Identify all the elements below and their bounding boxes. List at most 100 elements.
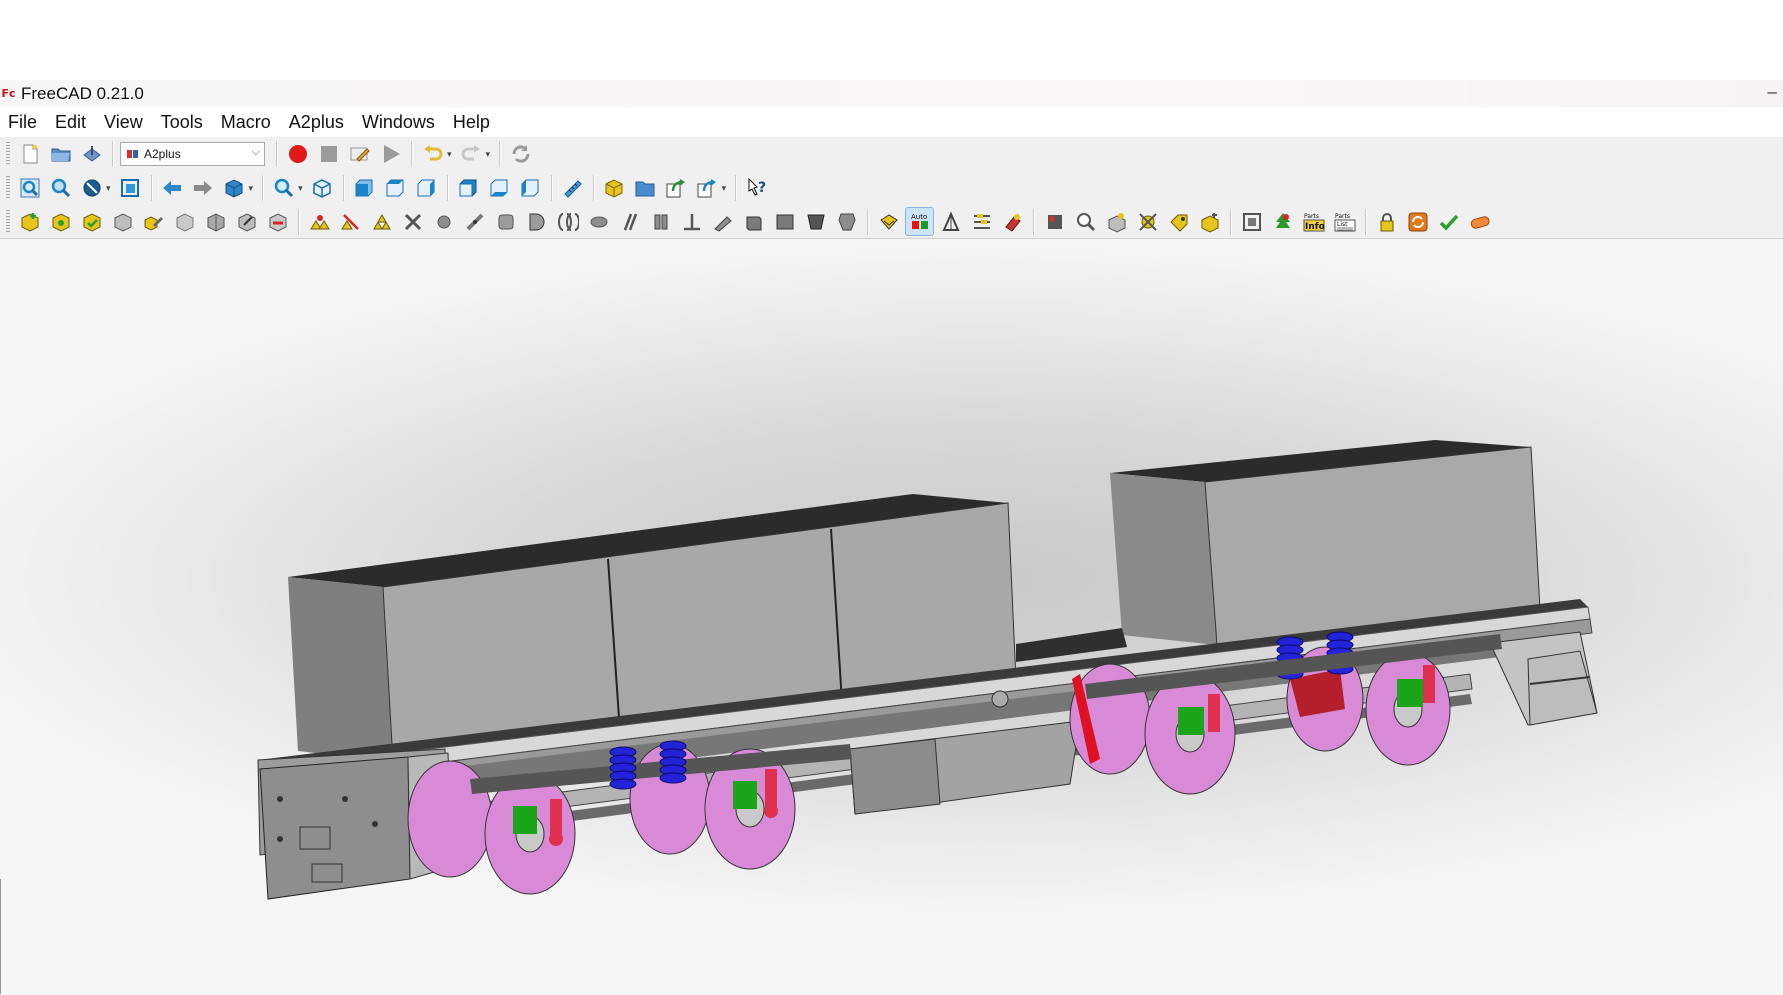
isometric-icon[interactable] <box>309 175 336 202</box>
std-views-dropdown-icon[interactable]: ▾ <box>249 183 254 194</box>
plane-coincident-icon[interactable] <box>647 208 674 235</box>
undo-icon[interactable] <box>419 141 446 168</box>
check-icon[interactable] <box>1435 208 1462 235</box>
menu-a2plus[interactable]: A2plus <box>280 112 353 133</box>
remove-constraint-icon[interactable] <box>399 208 426 235</box>
group-folder-icon[interactable] <box>632 175 659 202</box>
label-edit-icon[interactable] <box>1165 208 1192 235</box>
open-folder-icon[interactable] <box>47 141 74 168</box>
delete-part-icon[interactable] <box>264 208 291 235</box>
fit-selection-icon[interactable] <box>47 175 74 202</box>
planes-parallel-icon[interactable] <box>616 208 643 235</box>
axis-coincident-icon[interactable] <box>492 208 519 235</box>
constraint-viewer-icon[interactable] <box>968 208 995 235</box>
rear-view-icon[interactable] <box>455 175 482 202</box>
draw-style-dropdown-icon[interactable]: ▾ <box>106 183 111 194</box>
menu-macro[interactable]: Macro <box>212 112 280 133</box>
menu-help[interactable]: Help <box>444 112 499 133</box>
search-icon[interactable] <box>1072 208 1099 235</box>
toolbar-separator <box>867 208 868 235</box>
right-view-icon[interactable] <box>413 175 440 202</box>
menu-tools[interactable]: Tools <box>152 112 212 133</box>
refresh-icon[interactable] <box>507 141 534 168</box>
draw-style-icon[interactable] <box>78 175 105 202</box>
fit-all-icon[interactable] <box>16 175 43 202</box>
update-imported-icon[interactable] <box>78 208 105 235</box>
back-nav-icon[interactable] <box>159 175 186 202</box>
link-actions-icon[interactable] <box>694 175 721 202</box>
circular-edge-icon[interactable] <box>461 208 488 235</box>
sphere-center-icon[interactable] <box>430 208 457 235</box>
menu-file[interactable]: File <box>0 112 46 133</box>
window-title: FreeCAD 0.21.0 <box>21 83 144 103</box>
bottom-view-icon[interactable] <box>486 175 513 202</box>
toolbar-grip[interactable] <box>6 142 10 166</box>
top-view-icon[interactable] <box>382 175 409 202</box>
std-views-icon[interactable] <box>221 175 248 202</box>
trial-solve-icon[interactable] <box>937 208 964 235</box>
show-connected-icon[interactable] <box>1134 208 1161 235</box>
shape-face-icon[interactable] <box>833 208 860 235</box>
save-icon[interactable] <box>78 141 105 168</box>
angled-planes-icon[interactable] <box>678 208 705 235</box>
redo-dropdown-icon[interactable]: ▾ <box>486 149 491 160</box>
forward-nav-icon[interactable] <box>190 175 217 202</box>
bounding-box-icon[interactable] <box>117 175 144 202</box>
part-icon[interactable] <box>601 175 628 202</box>
macro-stop-icon[interactable] <box>315 141 342 168</box>
link-make-icon[interactable] <box>663 175 690 202</box>
lock-icon[interactable] <box>1373 208 1400 235</box>
link-actions-dropdown-icon[interactable]: ▾ <box>722 183 727 194</box>
undo-dropdown-icon[interactable]: ▾ <box>447 149 452 160</box>
edit-part-icon[interactable] <box>140 208 167 235</box>
shape-extractor-icon[interactable] <box>1238 208 1265 235</box>
parts-list-icon[interactable]: Parts List <box>1331 208 1358 235</box>
axis-parallel-icon[interactable] <box>523 208 550 235</box>
solve-constraints-icon[interactable] <box>875 208 902 235</box>
new-document-icon[interactable] <box>16 141 43 168</box>
menu-windows[interactable]: Windows <box>353 112 444 133</box>
move-part-under-constraints-icon[interactable] <box>202 208 229 235</box>
add-part-icon[interactable] <box>16 208 43 235</box>
toolbar-grip[interactable] <box>6 176 10 200</box>
pill-tool-icon[interactable] <box>1466 208 1493 235</box>
create-tree-icon[interactable] <box>1269 208 1296 235</box>
repair-tree-icon[interactable] <box>1041 208 1068 235</box>
measure-icon[interactable] <box>559 175 586 202</box>
point-identity-icon[interactable] <box>306 208 333 235</box>
box-face-icon[interactable] <box>802 208 829 235</box>
toolbar-grip[interactable] <box>6 209 10 234</box>
flip-constraint-icon[interactable] <box>999 208 1026 235</box>
parts-info-label-top: Parts <box>1304 213 1319 220</box>
minimize-button[interactable]: – <box>1768 82 1777 102</box>
menu-view[interactable]: View <box>95 112 152 133</box>
solid-block-icon[interactable] <box>771 208 798 235</box>
3d-viewport[interactable] <box>0 239 1783 995</box>
zoom-dropdown-icon[interactable]: ▾ <box>298 183 303 194</box>
plane-angle-icon[interactable] <box>740 208 767 235</box>
zoom-icon[interactable] <box>270 175 297 202</box>
point-on-plane-icon[interactable] <box>368 208 395 235</box>
whats-this-icon[interactable]: ? <box>743 175 770 202</box>
duplicate-part-icon[interactable] <box>109 208 136 235</box>
macro-edit-icon[interactable] <box>346 141 373 168</box>
point-on-line-icon[interactable] <box>337 208 364 235</box>
menu-edit[interactable]: Edit <box>46 112 95 133</box>
workbench-selector[interactable]: A2plus ⌵ <box>120 142 265 166</box>
cd-icon[interactable] <box>1196 208 1223 235</box>
center-of-mass-icon[interactable] <box>709 208 736 235</box>
redo-icon[interactable] <box>458 141 485 168</box>
left-view-icon[interactable] <box>517 175 544 202</box>
auto-solve-toggle[interactable]: Auto <box>905 207 934 236</box>
macro-run-icon[interactable] <box>377 141 404 168</box>
convert-part-icon[interactable] <box>233 208 260 235</box>
front-view-icon[interactable] <box>351 175 378 202</box>
reload-icon[interactable] <box>1404 208 1431 235</box>
axis-plane-angle-icon[interactable] <box>585 208 612 235</box>
add-shape-icon[interactable] <box>47 208 74 235</box>
parts-info-icon[interactable]: Parts Info <box>1300 208 1327 235</box>
axis-plane-parallel-icon[interactable] <box>554 208 581 235</box>
move-part-icon[interactable] <box>171 208 198 235</box>
macro-record-icon[interactable] <box>284 141 311 168</box>
toggle-transparency-icon[interactable] <box>1103 208 1130 235</box>
